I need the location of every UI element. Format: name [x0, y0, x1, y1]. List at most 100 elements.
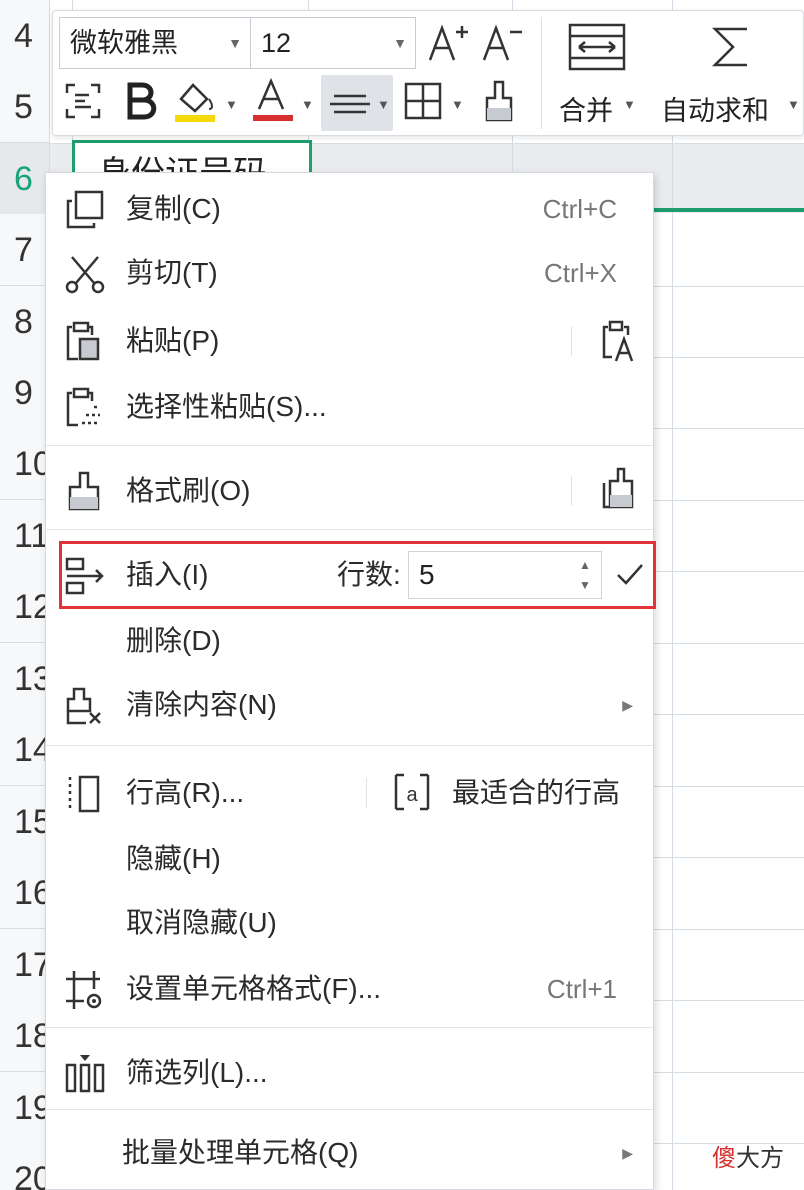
- row-header[interactable]: 11: [0, 500, 50, 572]
- menu-item-label: 选择性粘贴(S)...: [126, 391, 327, 422]
- menu-item-clear[interactable]: 清除内容(N) ▶: [46, 673, 653, 737]
- menu-item-label: 剪切(T): [126, 257, 218, 288]
- menu-item-label: 行高(R)...: [126, 777, 245, 808]
- format-painter-icon: [64, 471, 106, 513]
- row-header[interactable]: 9: [0, 357, 50, 429]
- menu-separator: [46, 745, 653, 746]
- format-cells-icon: [64, 969, 106, 1011]
- menu-item-delete[interactable]: 删除(D): [46, 609, 653, 673]
- row-header[interactable]: 17: [0, 929, 50, 1001]
- menu-item-cut[interactable]: 剪切(T) Ctrl+X: [46, 241, 653, 305]
- menu-separator: [46, 529, 653, 530]
- decrease-font-icon[interactable]: [479, 19, 525, 65]
- row-header[interactable]: 16: [0, 857, 50, 929]
- font-size-select[interactable]: 12 ▼: [250, 17, 416, 69]
- insert-highlight-box: [59, 541, 656, 609]
- submenu-arrow-icon: ▶: [622, 697, 633, 713]
- row-header[interactable]: 20: [0, 1143, 50, 1190]
- menu-separator: [46, 1027, 653, 1028]
- eraser-icon: [64, 685, 106, 727]
- copy-icon: [64, 189, 106, 231]
- cell-select-icon[interactable]: [61, 79, 105, 123]
- chevron-down-icon[interactable]: ▼: [301, 97, 314, 112]
- menu-item-copy[interactable]: 复制(C) Ctrl+C: [46, 177, 653, 241]
- row-header[interactable]: 14: [0, 714, 50, 786]
- fill-color-icon[interactable]: [173, 77, 217, 125]
- watermark-part: 傻: [712, 1145, 736, 1172]
- paste-special-icon: [64, 387, 106, 429]
- bold-icon[interactable]: [121, 79, 161, 123]
- menu-item-format-painter[interactable]: 格式刷(O): [46, 459, 653, 523]
- row-header[interactable]: 19: [0, 1072, 50, 1144]
- autosum-label[interactable]: 自动求和: [661, 89, 769, 128]
- scissors-icon: [64, 253, 106, 295]
- menu-separator: [46, 1109, 653, 1110]
- merge-icon[interactable]: [565, 19, 629, 75]
- sum-icon[interactable]: [703, 19, 759, 75]
- selection-border: [652, 208, 804, 212]
- paste-values-icon[interactable]: [600, 319, 640, 363]
- row-header[interactable]: 7: [0, 214, 50, 286]
- menu-item-label: 删除(D): [126, 625, 221, 656]
- font-name-select[interactable]: 微软雅黑 ▼: [59, 17, 251, 69]
- font-color-icon[interactable]: [251, 77, 295, 125]
- watermark-part: 大方: [736, 1145, 784, 1172]
- row-header[interactable]: 15: [0, 786, 50, 858]
- align-icon[interactable]: [327, 81, 373, 125]
- chevron-down-icon[interactable]: ▼: [787, 97, 800, 112]
- menu-item-label: 批量处理单元格(Q): [122, 1137, 359, 1168]
- row-height-icon: [64, 773, 106, 815]
- chevron-down-icon[interactable]: ▼: [377, 97, 390, 112]
- menu-item-filter-columns[interactable]: 筛选列(L)...: [46, 1041, 653, 1105]
- svg-text:a: a: [406, 784, 418, 806]
- row-header-active[interactable]: 6: [0, 143, 50, 215]
- shortcut-text: Ctrl+1: [546, 974, 617, 1004]
- chevron-down-icon[interactable]: ▼: [225, 97, 238, 112]
- paste-icon: [64, 321, 106, 363]
- font-size-value: 12: [261, 28, 292, 58]
- merge-label[interactable]: 合并: [559, 89, 613, 128]
- shortcut-text: Ctrl+X: [544, 258, 617, 288]
- menu-item-hide[interactable]: 隐藏(H): [46, 827, 653, 891]
- context-menu: 复制(C) Ctrl+C 剪切(T) Ctrl+X 粘贴(P) 选择性粘贴(S)…: [45, 172, 656, 1190]
- chevron-down-icon[interactable]: ▼: [451, 97, 464, 112]
- row-header[interactable]: 5: [0, 71, 50, 143]
- mini-toolbar: 微软雅黑 ▼ 12 ▼ ▼ ▼ ▼ ▼ 合并 ▼ 自动求和 ▼: [52, 10, 804, 136]
- format-painter-icon[interactable]: [479, 77, 519, 125]
- menu-item-label: 复制(C): [126, 193, 221, 224]
- chevron-down-icon[interactable]: ▼: [623, 97, 636, 112]
- menu-item-label: 清除内容(N): [126, 689, 277, 720]
- row-header[interactable]: 10: [0, 428, 50, 500]
- menu-item-format-cells[interactable]: 设置单元格格式(F)... Ctrl+1: [46, 957, 653, 1021]
- row-header[interactable]: 18: [0, 1000, 50, 1072]
- chevron-down-icon: ▼: [228, 35, 242, 51]
- font-name-value: 微软雅黑: [70, 28, 178, 58]
- border-icon[interactable]: [401, 79, 445, 123]
- chevron-down-icon: ▼: [393, 35, 407, 51]
- best-fit-icon: a: [392, 771, 434, 815]
- menu-item-paste[interactable]: 粘贴(P): [46, 309, 653, 373]
- menu-item-label: 设置单元格格式(F)...: [126, 973, 382, 1004]
- menu-divider: [571, 326, 572, 356]
- submenu-arrow-icon: ▶: [622, 1145, 633, 1161]
- increase-font-icon[interactable]: [425, 19, 471, 65]
- row-header[interactable]: 12: [0, 571, 50, 643]
- menu-divider: [571, 476, 572, 506]
- menu-item-row-height[interactable]: 行高(R)... a 最适合的行高: [46, 761, 653, 825]
- best-fit-row-height-option[interactable]: 最适合的行高: [452, 761, 620, 825]
- menu-item-batch[interactable]: 批量处理单元格(Q) ▶: [46, 1121, 653, 1185]
- row-header[interactable]: 8: [0, 286, 50, 358]
- menu-item-label: 筛选列(L)...: [126, 1057, 268, 1088]
- toolbar-divider: [541, 17, 542, 129]
- watermark: 傻大方: [712, 1138, 784, 1173]
- menu-item-label: 隐藏(H): [126, 843, 221, 874]
- menu-item-unhide[interactable]: 取消隐藏(U): [46, 891, 653, 955]
- menu-item-paste-special[interactable]: 选择性粘贴(S)...: [46, 375, 653, 439]
- menu-item-label: 取消隐藏(U): [126, 907, 277, 938]
- row-header[interactable]: 13: [0, 643, 50, 715]
- format-painter-multi-icon[interactable]: [596, 467, 642, 513]
- filter-columns-icon: [64, 1053, 106, 1095]
- row-header[interactable]: 4: [0, 0, 50, 72]
- menu-divider: [366, 778, 367, 808]
- menu-separator: [46, 445, 653, 446]
